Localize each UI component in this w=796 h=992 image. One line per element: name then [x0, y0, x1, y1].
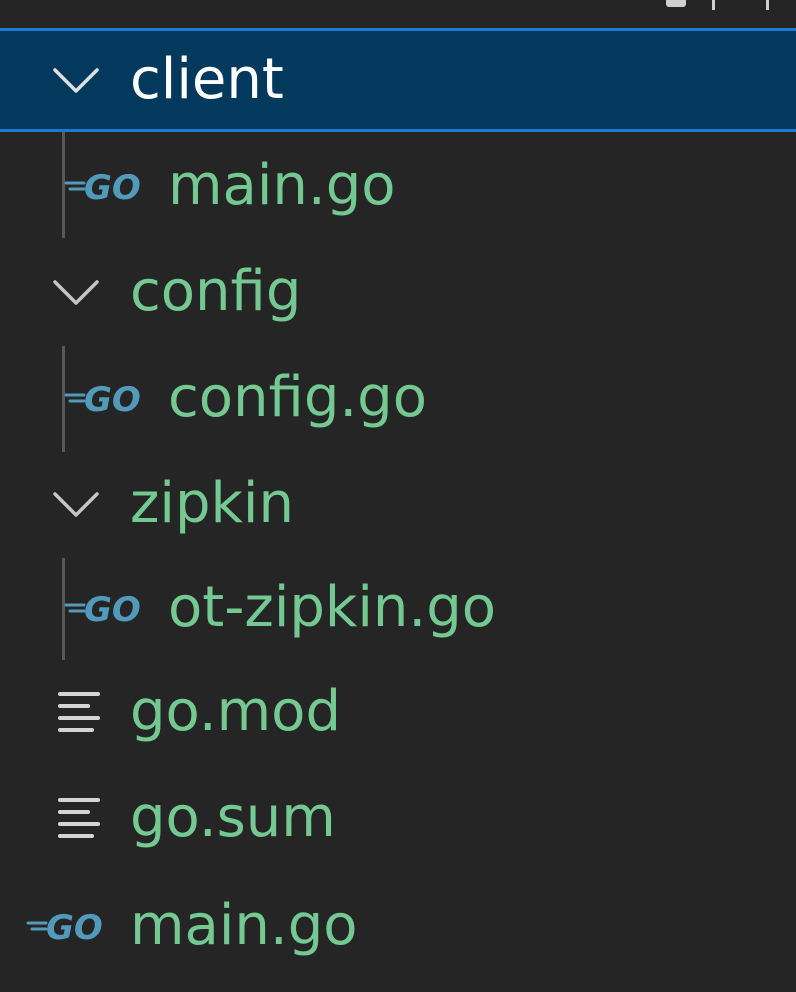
svg-text:GO: GO [46, 908, 103, 946]
svg-text:GO: GO [84, 590, 141, 628]
tree-item-root-main-go[interactable]: GO main.go [0, 874, 796, 978]
go-icon: GO [64, 380, 141, 418]
toolbar-divider [766, 0, 769, 10]
go-icon: GO [64, 168, 141, 206]
tree-item-ot-zipkin-go[interactable]: GO ot-zipkin.go [0, 556, 796, 660]
tree-item-config-folder[interactable]: config [0, 240, 796, 344]
tree-item-label: client [130, 47, 284, 112]
svg-text:GO: GO [84, 168, 141, 206]
toolbar-edge-icons [666, 0, 776, 10]
tree-item-label: go.sum [130, 785, 336, 850]
tree-item-zipkin-folder[interactable]: zipkin [0, 452, 796, 556]
toolbar-divider [712, 0, 715, 10]
lines-icon [58, 798, 100, 838]
tree-item-label: main.go [168, 153, 396, 218]
tree-item-go-sum[interactable]: go.sum [0, 766, 796, 870]
tree-item-config-go[interactable]: GO config.go [0, 346, 796, 450]
file-explorer-tree: client GO main.go config GO config.go zi… [0, 0, 796, 992]
chevron-down-icon [53, 280, 99, 305]
explorer-header-strip [0, 0, 796, 28]
svg-text:GO: GO [84, 380, 141, 418]
tree-item-go-mod[interactable]: go.mod [0, 660, 796, 764]
go-icon: GO [26, 908, 103, 946]
lines-icon [58, 692, 100, 732]
go-icon: GO [64, 590, 141, 628]
tree-item-label: config.go [168, 365, 427, 430]
tree-item-label: ot-zipkin.go [168, 575, 497, 640]
chevron-down-icon [53, 68, 99, 93]
tree-item-client-main-go[interactable]: GO main.go [0, 134, 796, 238]
tree-item-label: zipkin [130, 471, 294, 536]
tree-item-label: config [130, 259, 302, 324]
toolbar-icon-fragment [666, 0, 686, 7]
chevron-down-icon [53, 492, 99, 517]
tree-item-client-folder[interactable]: client [0, 28, 796, 132]
tree-item-label: main.go [130, 893, 358, 958]
tree-item-label: go.mod [130, 679, 341, 744]
